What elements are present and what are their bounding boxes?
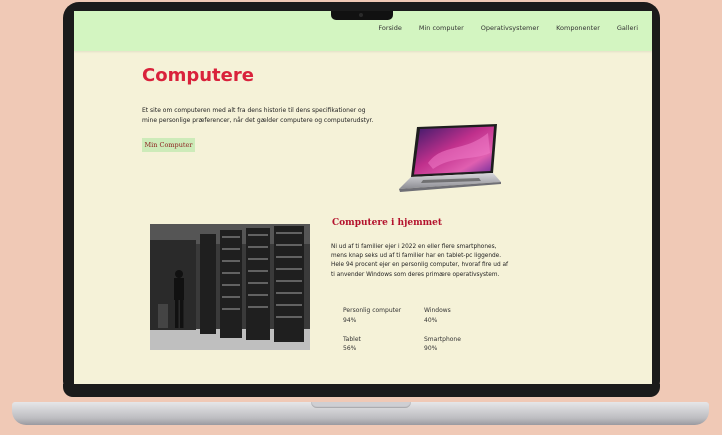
intro-text: Et site om computeren med alt fra dens h…	[142, 107, 374, 124]
min-computer-button[interactable]: Min Computer	[142, 138, 195, 152]
bottom-bezel	[63, 384, 660, 397]
nav-item-forside[interactable]: Forside	[378, 24, 401, 32]
section-heading: Computere i hjemmet	[332, 218, 443, 228]
nav-item-operativsystemer[interactable]: Operativsystemer	[481, 24, 539, 32]
nav-links: Forside Min computer Operativsystemer Ko…	[361, 24, 638, 32]
stat-value-smartphone: 90%	[424, 345, 438, 352]
stat-value-tablet: 56%	[343, 345, 357, 352]
stat-label-smartphone: Smartphone	[424, 336, 461, 343]
stat-label-windows: Windows	[424, 307, 451, 314]
page-title: Computere	[142, 65, 254, 86]
stat-label-personlig-computer: Personlig computer	[343, 307, 402, 314]
nav-item-komponenter[interactable]: Komponenter	[556, 24, 600, 32]
stat-label-tablet: Tablet	[343, 336, 361, 343]
stat-value-personlig-computer: 94%	[343, 317, 357, 324]
camera-icon	[359, 13, 363, 17]
nav-item-min-computer[interactable]: Min computer	[419, 24, 464, 32]
stat-value-windows: 40%	[424, 317, 438, 324]
base-notch	[311, 402, 411, 408]
browser-screen: Forside Min computer Operativsystemer Ko…	[74, 11, 652, 384]
nav-item-galleri[interactable]: Galleri	[617, 24, 638, 32]
laptop-image	[399, 124, 501, 192]
server-room-photo	[150, 224, 310, 350]
section-paragraph: Ni ud af ti familier ejer i 2022 en elle…	[331, 244, 509, 278]
